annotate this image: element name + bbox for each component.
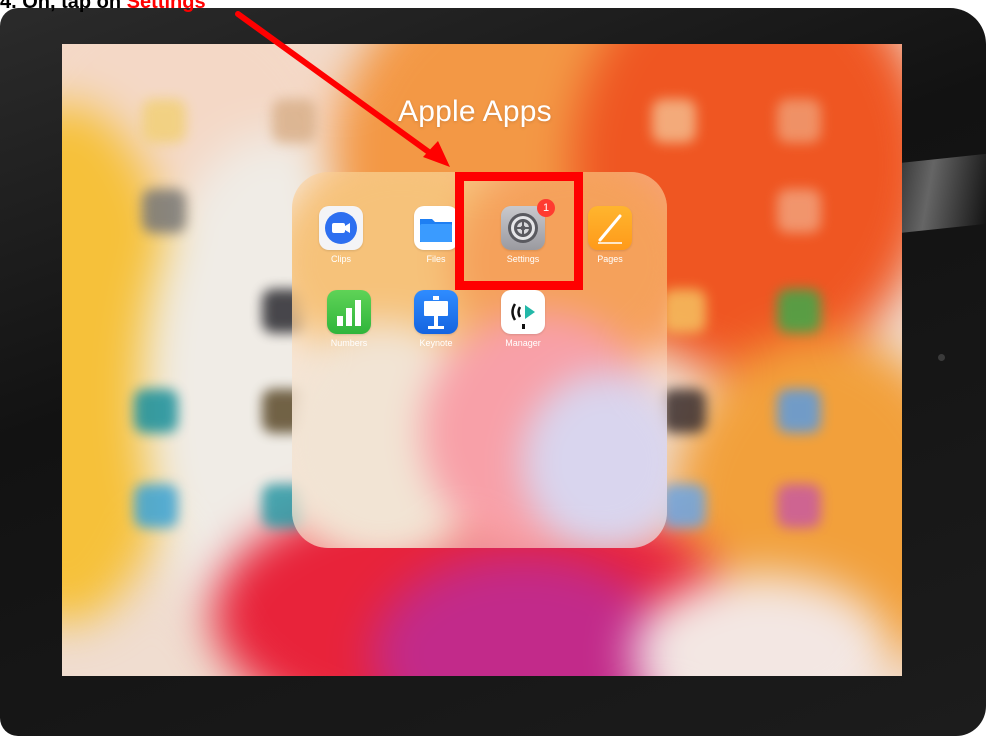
annotation-arrow [235, 11, 450, 167]
photo: Apple Apps Clips Files Settings Pages Nu… [0, 0, 986, 742]
instruction-text: 4. On, tap on Settings [0, 0, 206, 15]
instruction-prefix: 4. On, tap on [0, 0, 127, 13]
instruction-highlight: Settings [126, 0, 206, 13]
